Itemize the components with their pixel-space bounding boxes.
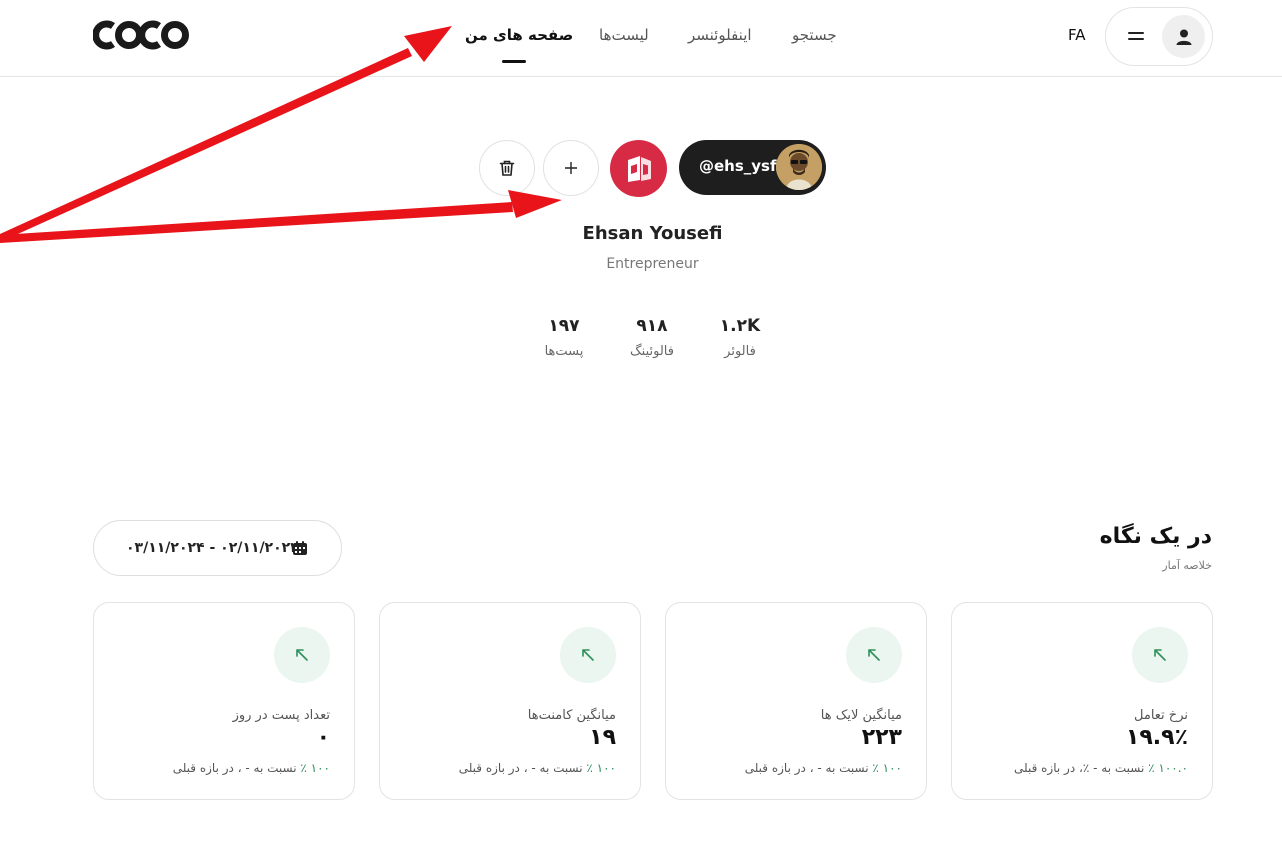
card-compare: ۱۰۰ ٪ نسبت به - ، در بازه قبلی (173, 761, 330, 775)
card-compare-text: نسبت به - ٪، در بازه قبلی (1014, 761, 1149, 775)
section-title: در یک نگاه (1099, 524, 1212, 549)
card-compare-text: نسبت به - ، در بازه قبلی (458, 761, 587, 775)
card-compare-pct: ۱۰۰ ٪ (300, 761, 330, 775)
arrow-up-left-icon (274, 627, 330, 683)
arrow-up-left-icon (846, 627, 902, 683)
nav-my-pages[interactable]: صفحه های من (465, 26, 573, 44)
calendar-icon (293, 541, 307, 555)
add-button[interactable] (543, 140, 599, 196)
card-value: ۰ (316, 725, 330, 750)
top-header: صفحه های من لیست‌ها اینفلوئنسر جستجو FA (0, 0, 1282, 77)
language-switch[interactable]: FA (1068, 26, 1086, 44)
card-value: ۱۹.۹٪ (1125, 725, 1188, 750)
user-avatar[interactable] (1162, 15, 1205, 58)
date-range-picker[interactable]: ۰۳/۱۱/۲۰۲۴ - ۰۲/۱۱/۲۰۲۴ (93, 520, 342, 576)
arrow-up-left-icon (560, 627, 616, 683)
stat-posts: ۱۹۷ پست‌ها (524, 316, 604, 359)
hamburger-icon[interactable] (1128, 30, 1144, 42)
profile-handle: @ehs_ysf (699, 157, 777, 175)
stat-followers-label: فالوئر (724, 344, 756, 359)
stat-following-label: فالوئینگ (630, 344, 674, 359)
stat-followers: ۱.۲K فالوئر (700, 316, 780, 359)
card-compare-pct: ۱۰۰ ٪ (872, 761, 902, 775)
stat-following: ۹۱۸ فالوئینگ (612, 316, 692, 359)
nav-active-indicator (502, 60, 526, 63)
profile-name: Ehsan Yousefi (582, 223, 723, 244)
stat-following-value: ۹۱۸ (636, 316, 668, 336)
user-icon (1176, 29, 1191, 45)
profile-avatar (776, 144, 822, 190)
arrow-up-left-icon (1132, 627, 1188, 683)
card-value: ۲۲۳ (861, 725, 902, 750)
profile-role: Entrepreneur (606, 256, 699, 272)
trash-icon (499, 160, 515, 176)
card-label: میانگین لایک ها (820, 708, 902, 723)
brand-avatar[interactable] (610, 140, 667, 197)
user-menu[interactable] (1105, 7, 1213, 66)
brand-logo-icon (627, 155, 651, 182)
stat-posts-label: پست‌ها (544, 344, 584, 359)
stat-posts-value: ۱۹۷ (548, 316, 580, 336)
card-compare-text: نسبت به - ، در بازه قبلی (172, 761, 301, 775)
nav-influencer[interactable]: اینفلوئنسر (688, 26, 752, 44)
card-compare-text: نسبت به - ، در بازه قبلی (744, 761, 873, 775)
plus-icon (565, 162, 577, 174)
stat-followers-value: ۱.۲K (719, 316, 761, 336)
card-value: ۱۹ (589, 725, 616, 750)
card-compare-pct: ۱۰۰ ٪ (586, 761, 616, 775)
card-compare: ۱۰۰ ٪ نسبت به - ، در بازه قبلی (745, 761, 902, 775)
card-label: تعداد پست در روز (232, 708, 330, 723)
card-avg-comments: میانگین کامنت‌ها ۱۹ ۱۰۰ ٪ نسبت به - ، در… (379, 602, 641, 800)
card-label: میانگین کامنت‌ها (527, 708, 616, 723)
card-compare-pct: ۱۰۰.۰ ٪ (1148, 761, 1188, 775)
card-label: نرخ تعامل (1134, 708, 1188, 723)
nav-search[interactable]: جستجو (792, 26, 837, 44)
nav-lists[interactable]: لیست‌ها (599, 26, 649, 44)
card-engagement-rate: نرخ تعامل ۱۹.۹٪ ۱۰۰.۰ ٪ نسبت به - ٪، در … (951, 602, 1213, 800)
card-avg-likes: میانگین لایک ها ۲۲۳ ۱۰۰ ٪ نسبت به - ، در… (665, 602, 927, 800)
card-posts-per-day: تعداد پست در روز ۰ ۱۰۰ ٪ نسبت به - ، در … (93, 602, 355, 800)
card-compare: ۱۰۰ ٪ نسبت به - ، در بازه قبلی (459, 761, 616, 775)
profile-handle-pill[interactable]: @ehs_ysf (679, 140, 826, 195)
coco-logo[interactable] (93, 18, 189, 52)
date-range-text: ۰۳/۱۱/۲۰۲۴ - ۰۲/۱۱/۲۰۲۴ (126, 540, 299, 556)
section-subtitle: خلاصه آمار (1162, 559, 1212, 572)
card-compare: ۱۰۰.۰ ٪ نسبت به - ٪، در بازه قبلی (1014, 761, 1188, 775)
delete-button[interactable] (479, 140, 535, 196)
